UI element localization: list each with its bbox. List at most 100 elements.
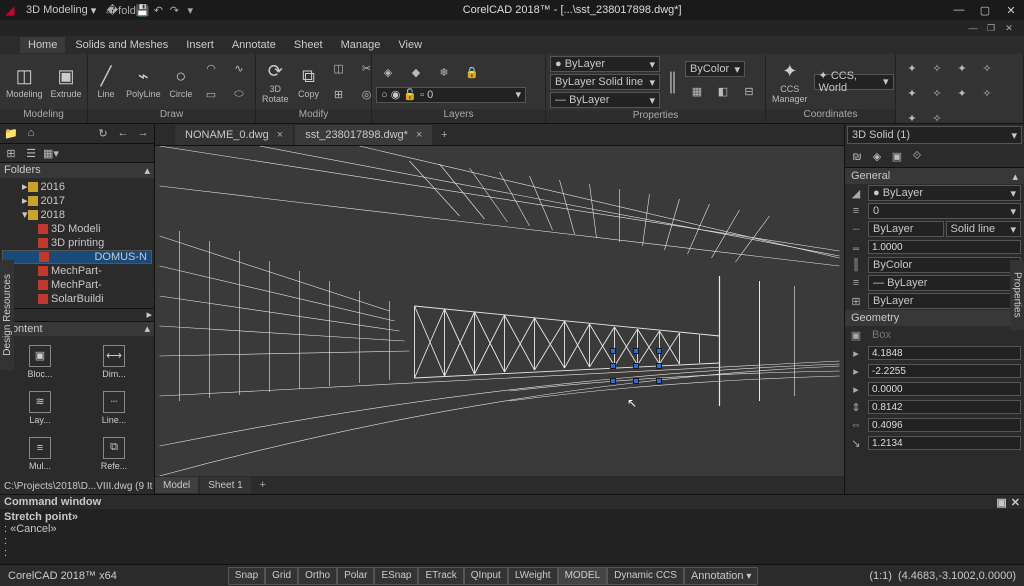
add-tab-button[interactable]: + [434, 125, 454, 145]
selection-grip[interactable] [633, 378, 639, 384]
polyline-button[interactable]: ⌁PolyLine [124, 63, 163, 101]
lineweight-selector[interactable]: — ByLayer▾ [550, 92, 660, 108]
prop-scale-input[interactable] [868, 240, 1021, 254]
coord-icon[interactable]: ✧ [975, 81, 999, 105]
fwd-icon[interactable]: → [134, 124, 152, 142]
prop-icon[interactable]: ▣ [888, 148, 906, 166]
open-icon[interactable]: �folder [118, 2, 134, 18]
tree-item[interactable]: SolarBuildi [2, 292, 152, 306]
ccs-manager-button[interactable]: ✦CCS Manager [770, 58, 810, 106]
mdi-restore-button[interactable]: ❐ [982, 21, 1000, 35]
scroll-right-icon[interactable]: ▸ [146, 308, 152, 321]
content-line[interactable]: ┈Line... [78, 386, 150, 430]
layer-freeze-icon[interactable]: ❄ [432, 61, 456, 85]
tab-view[interactable]: View [390, 37, 430, 53]
prop-lineweight[interactable]: — ByLayer▾ [868, 275, 1021, 291]
extrude-button[interactable]: ▣Extrude [49, 63, 84, 101]
coord-icon[interactable]: ✧ [975, 56, 999, 80]
ccs-world-selector[interactable]: ✦ CCS, World▾ [814, 74, 894, 90]
properties-side-tab[interactable]: Properties [1010, 260, 1024, 330]
tab-manage[interactable]: Manage [333, 37, 389, 53]
prop-d-input[interactable] [868, 436, 1021, 450]
tree-item[interactable]: ▸ 2017 [2, 194, 152, 208]
prop-icon[interactable]: ₪ [848, 148, 866, 166]
prop-w-input[interactable] [868, 418, 1021, 432]
tree-icon[interactable]: ⊞ [2, 144, 20, 162]
close-tab-icon[interactable]: × [277, 129, 283, 141]
arc-icon[interactable]: ◠ [199, 57, 223, 81]
linetype-selector[interactable]: ByLayer Solid line▾ [550, 74, 660, 90]
layer-selector[interactable]: ○ ◉ 🔓 ▫ 0▾ [376, 87, 526, 103]
tree-item[interactable]: MechPart- [2, 264, 152, 278]
content-header[interactable]: Content▴ [0, 322, 154, 336]
rect-icon[interactable]: ▭ [199, 83, 223, 107]
selection-grip[interactable] [633, 348, 639, 354]
prop-icon[interactable]: ⟐ [908, 148, 926, 166]
tree-item-selected[interactable]: DOMUS-N [2, 250, 152, 264]
content-ref[interactable]: ⧉Refe... [78, 432, 150, 476]
tab-home[interactable]: Home [20, 37, 65, 53]
selection-grip[interactable] [610, 378, 616, 384]
tab-annotate[interactable]: Annotate [224, 37, 284, 53]
selection-grip[interactable] [633, 363, 639, 369]
prop-linestyle[interactable]: ByLayer [868, 221, 944, 237]
close-tab-icon[interactable]: × [416, 129, 422, 141]
prop-z-input[interactable] [868, 382, 1021, 396]
prop-layer[interactable]: 0▾ [868, 203, 1021, 219]
tree-item[interactable]: 3D Modeli [2, 222, 152, 236]
rotate3d-button[interactable]: ⟳3D Rotate [260, 58, 291, 106]
undo-icon[interactable]: ↶ [150, 2, 166, 18]
tree-item[interactable]: 3D printing [2, 236, 152, 250]
modeling-button[interactable]: ◫Modeling [4, 63, 45, 101]
prop-icon[interactable]: ◧ [711, 79, 735, 103]
bycolor-selector[interactable]: ByColor▾ [685, 61, 745, 77]
qat-dropdown-icon[interactable]: ▾ [182, 2, 198, 18]
dock-icon[interactable]: ▣ [996, 496, 1006, 509]
prop-icon[interactable]: ◈ [868, 148, 886, 166]
tree-item[interactable]: MechPart- [2, 278, 152, 292]
spline-icon[interactable]: ∿ [227, 57, 251, 81]
selection-grip[interactable] [656, 348, 662, 354]
tab-sheet[interactable]: Sheet [286, 37, 331, 53]
selection-grip[interactable] [610, 363, 616, 369]
geometry-section[interactable]: Geometry▴ [845, 310, 1024, 326]
close-icon[interactable]: ✕ [1011, 496, 1020, 509]
browse-icon[interactable]: 📁 [2, 124, 20, 142]
prop-icon[interactable]: ⊟ [737, 79, 761, 103]
design-resources-tab[interactable]: Design Resources [0, 260, 14, 370]
workspace-selector[interactable]: 3D Modeling ▾ [20, 4, 102, 17]
color-selector[interactable]: ● ByLayer▾ [550, 56, 660, 72]
prop-bycolor[interactable]: ByColor▾ [868, 257, 1021, 273]
mdi-minimize-button[interactable]: — [964, 21, 982, 35]
content-blocks[interactable]: ▣Bloc... [4, 340, 76, 384]
close-button[interactable]: ✕ [998, 0, 1024, 20]
coord-icon[interactable]: ✦ [900, 56, 924, 80]
coord-icon[interactable]: ✦ [950, 81, 974, 105]
save-icon[interactable]: 💾 [134, 2, 150, 18]
layer-on-icon[interactable]: ◆ [404, 61, 428, 85]
tree-item[interactable]: ▾ 2018 [2, 208, 152, 222]
selection-grip[interactable] [656, 378, 662, 384]
prop-y-input[interactable] [868, 364, 1021, 378]
ellipse-icon[interactable]: ⬭ [227, 83, 251, 107]
drawing-canvas[interactable]: ↖ [155, 146, 844, 476]
file-tab-active[interactable]: sst_238017898.dwg*× [295, 125, 432, 145]
mdi-close-button[interactable]: ✕ [1000, 21, 1018, 35]
tree-item[interactable]: ▸ 2016 [2, 180, 152, 194]
grid-icon[interactable]: ▦▾ [42, 144, 60, 162]
layer-state-icon[interactable]: ◈ [376, 61, 400, 85]
folders-header[interactable]: Folders▴ [0, 163, 154, 177]
circle-button[interactable]: ○Circle [167, 63, 195, 101]
command-output[interactable]: Stretch point» : «Cancel» : : [0, 509, 1024, 564]
maximize-button[interactable]: ▢ [972, 0, 998, 20]
content-multi[interactable]: ≡Mul... [4, 432, 76, 476]
file-tab[interactable]: NONAME_0.dwg× [175, 125, 293, 145]
prop-color[interactable]: ● ByLayer▾ [868, 185, 1021, 201]
selection-type-dropdown[interactable]: 3D Solid (1)▾ [847, 126, 1022, 144]
mirror-icon[interactable]: ◫ [327, 57, 351, 81]
prop-x-input[interactable] [868, 346, 1021, 360]
back-icon[interactable]: ← [114, 124, 132, 142]
general-section[interactable]: General▴ [845, 168, 1024, 184]
minimize-button[interactable]: — [946, 0, 972, 20]
refresh-icon[interactable]: ↻ [94, 124, 112, 142]
